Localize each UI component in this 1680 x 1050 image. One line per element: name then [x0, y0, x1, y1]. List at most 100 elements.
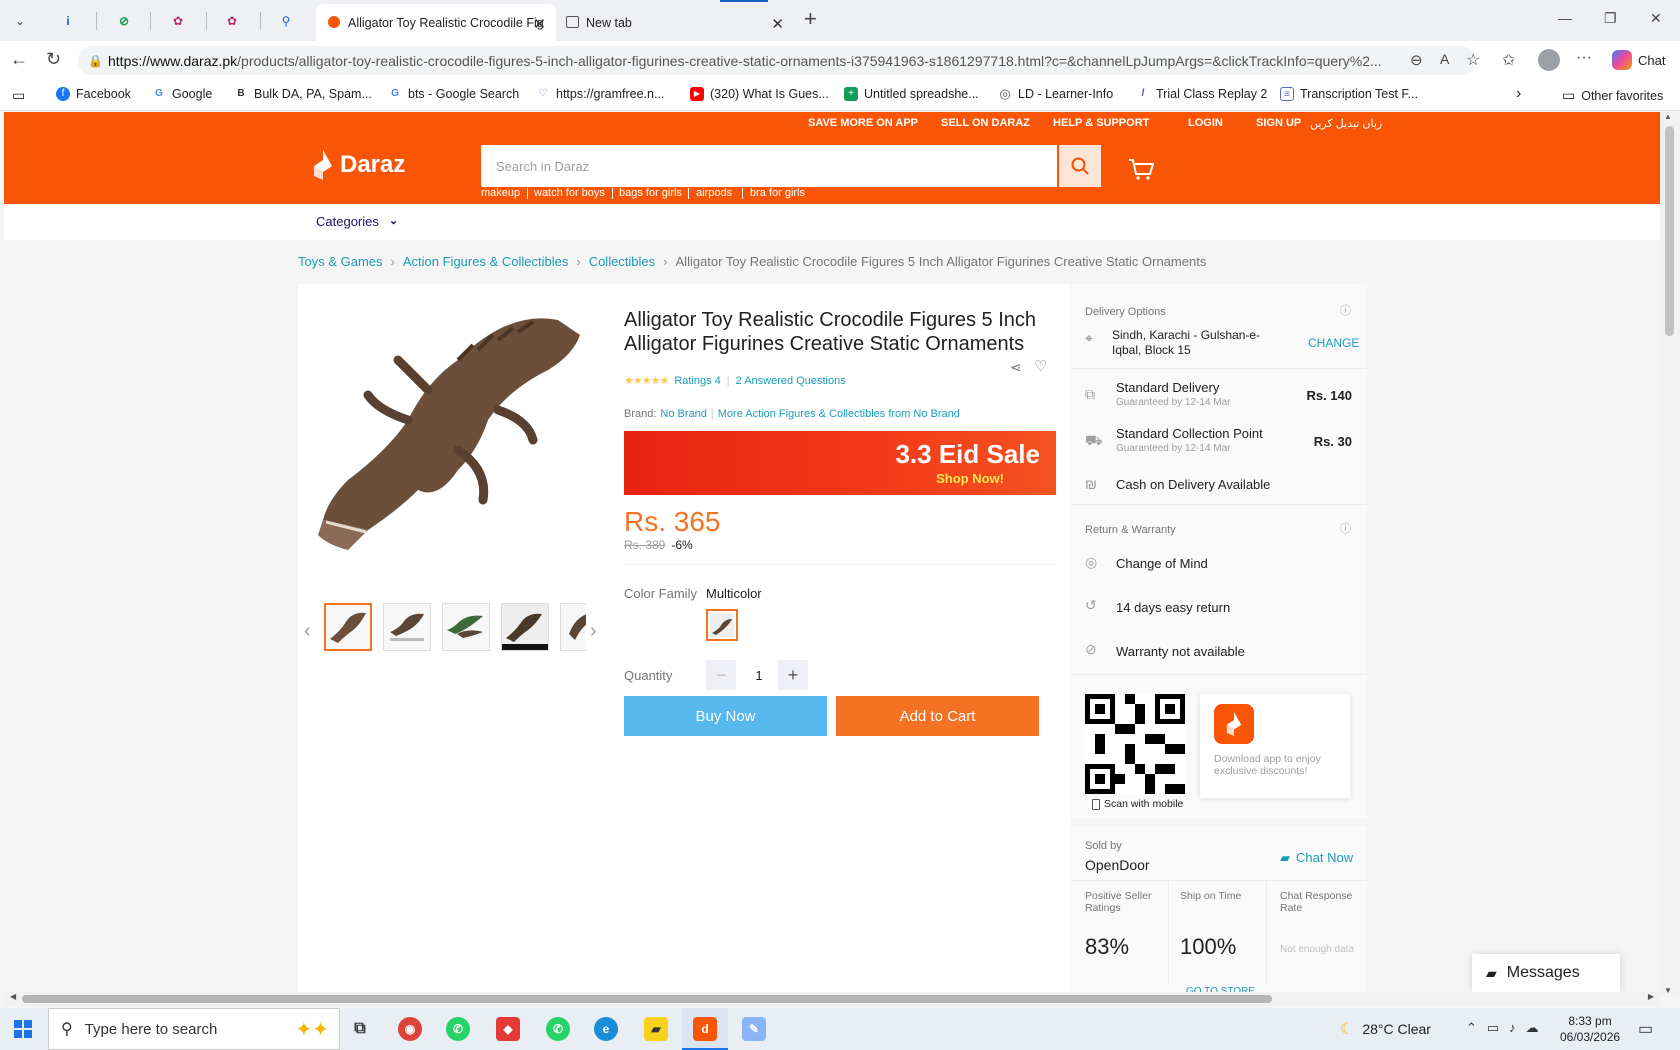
bookmark-trial-class[interactable]: / Trial Class Replay 2: [1136, 87, 1267, 101]
zoom-icon[interactable]: ⊖: [1410, 51, 1423, 69]
read-aloud-icon[interactable]: A: [1440, 51, 1449, 67]
bookmark-facebook[interactable]: f Facebook: [56, 87, 131, 101]
vertical-scrollbar[interactable]: ▲ ▼: [1660, 112, 1680, 997]
close-icon[interactable]: ✕: [771, 15, 784, 33]
brand-link[interactable]: No Brand: [660, 408, 706, 420]
notepad-icon[interactable]: ✎: [742, 1017, 766, 1041]
new-tab-plus-icon[interactable]: +: [804, 6, 817, 32]
chevron-right-icon[interactable]: ›: [1516, 85, 1521, 103]
other-favorites[interactable]: ▭ Other favorites: [1562, 87, 1663, 104]
pinned-tab-grammarly-icon[interactable]: ⊘: [98, 8, 150, 34]
url-field[interactable]: 🔒 https://www.daraz.pk/products/alligato…: [78, 46, 1476, 75]
whatsapp-business-icon[interactable]: ✆: [546, 1017, 570, 1041]
task-view-icon[interactable]: ⧉: [348, 1017, 372, 1041]
taskbar-search-input[interactable]: ⚲ Type here to search ✦✦: [48, 1008, 340, 1050]
scrollbar-thumb[interactable]: [22, 995, 1272, 1003]
horizontal-scrollbar[interactable]: ◀ ▶: [4, 992, 1660, 1006]
clock[interactable]: 8:33 pm 06/03/2026: [1560, 1013, 1620, 1045]
answered-questions-link[interactable]: 2 Answered Questions: [736, 375, 846, 387]
suggestion-link[interactable]: bra for girls: [750, 187, 805, 199]
bookmark-google[interactable]: G Google: [152, 87, 212, 101]
more-from-brand-link[interactable]: More Action Figures & Collectibles from …: [718, 408, 960, 420]
tab-active[interactable]: Alligator Toy Realistic Crocodile Fig ✕: [316, 4, 556, 41]
product-thumbnail[interactable]: [383, 603, 431, 651]
search-button[interactable]: [1059, 145, 1101, 187]
suggestion-link[interactable]: bags for girls: [619, 187, 682, 199]
scrollbar-thumb[interactable]: [1665, 126, 1674, 336]
buy-now-button[interactable]: Buy Now: [624, 696, 827, 736]
messages-button[interactable]: ▰ Messages: [1472, 954, 1620, 992]
favorite-star-icon[interactable]: ☆: [1466, 50, 1480, 70]
apps-icon[interactable]: ▭: [12, 87, 25, 104]
pinned-tab-gear-icon[interactable]: ✿: [152, 8, 204, 34]
bookmark-youtube[interactable]: ▶ (320) What Is Gues...: [690, 87, 829, 101]
seller-name[interactable]: OpenDoor: [1085, 857, 1150, 873]
product-thumbnail[interactable]: [324, 603, 372, 651]
save-more-link[interactable]: SAVE MORE ON APP: [808, 117, 918, 129]
categories-dropdown[interactable]: Categories ⌄: [316, 214, 398, 229]
tab-list-chevron-icon[interactable]: ⌄: [0, 8, 40, 34]
login-link[interactable]: LOGIN: [1188, 117, 1223, 129]
color-swatch[interactable]: [706, 609, 738, 641]
back-arrow-icon[interactable]: ←: [10, 49, 28, 70]
sell-on-daraz-link[interactable]: SELL ON DARAZ: [941, 117, 1030, 129]
pinned-tab-gear-icon[interactable]: ✿: [206, 8, 258, 34]
ratings-link[interactable]: Ratings 4: [674, 375, 720, 387]
info-icon[interactable]: ⓘ: [1340, 520, 1351, 536]
add-to-cart-button[interactable]: Add to Cart: [836, 696, 1039, 736]
restore-icon[interactable]: ❐: [1604, 10, 1617, 27]
bookmark-bts[interactable]: Gbts - Google Search: [388, 87, 519, 101]
whatsapp-icon[interactable]: ✆: [446, 1017, 470, 1041]
breadcrumb-link[interactable]: Collectibles: [589, 254, 655, 269]
bookmark-bulk-da[interactable]: B Bulk DA, PA, Spam...: [234, 87, 372, 101]
notifications-icon[interactable]: ▭: [1638, 1019, 1653, 1039]
profile-avatar[interactable]: [1538, 49, 1560, 71]
share-icon[interactable]: ⋖: [1010, 359, 1022, 376]
cart-icon[interactable]: [1128, 158, 1155, 183]
quantity-increase-button[interactable]: +: [778, 660, 808, 690]
sticky-notes-icon[interactable]: ▰: [644, 1017, 668, 1041]
suggestion-link[interactable]: watch for boys: [534, 187, 605, 199]
close-window-icon[interactable]: ✕: [1650, 10, 1662, 27]
signup-link[interactable]: SIGN UP: [1256, 117, 1301, 129]
pinned-tab-search-icon[interactable]: ⚲: [260, 8, 312, 34]
bookmark-ld[interactable]: ◎ LD - Learner-Info: [998, 87, 1113, 101]
suggestion-link[interactable]: makeup: [481, 187, 520, 199]
chat-now-button[interactable]: ▰ Chat Now: [1280, 850, 1353, 866]
chevron-right-icon[interactable]: ›: [590, 620, 597, 643]
product-main-image[interactable]: [308, 300, 588, 560]
favorites-icon[interactable]: ✩: [1502, 50, 1515, 70]
refresh-icon[interactable]: ↻: [46, 49, 61, 70]
change-language-link[interactable]: زبان تبدیل کریں: [1310, 117, 1382, 130]
weather-widget[interactable]: ☾ 28°C Clear: [1340, 1019, 1431, 1039]
app-download-card[interactable]: Download app to enjoy exclusive discount…: [1200, 694, 1350, 798]
quantity-decrease-button[interactable]: −: [706, 660, 736, 690]
chrome-icon[interactable]: ◉: [398, 1017, 422, 1041]
eid-sale-banner[interactable]: 3.3 Eid Sale Shop Now!: [624, 431, 1056, 495]
close-icon[interactable]: ✕: [533, 15, 546, 33]
product-thumbnail[interactable]: [501, 603, 549, 651]
daraz-logo[interactable]: Daraz: [312, 150, 405, 180]
system-tray-icons[interactable]: ⌃▭♪☁: [1466, 1020, 1549, 1036]
breadcrumb-link[interactable]: Toys & Games: [298, 254, 383, 269]
tab-new[interactable]: New tab ✕: [558, 4, 794, 41]
wishlist-heart-icon[interactable]: ♡: [1034, 357, 1047, 375]
windows-start-icon[interactable]: [14, 1020, 32, 1041]
bookmark-spreadsheet[interactable]: + Untitled spreadshe...: [844, 87, 979, 101]
help-support-link[interactable]: HELP & SUPPORT: [1053, 117, 1149, 129]
anydesk-icon[interactable]: ◆: [496, 1017, 520, 1041]
bookmark-transcription[interactable]: ≡ Transcription Test F...: [1280, 87, 1418, 101]
pinned-tab-info-icon[interactable]: i: [42, 8, 94, 34]
breadcrumb-link[interactable]: Action Figures & Collectibles: [403, 254, 568, 269]
bookmark-gramfree[interactable]: ♡ https://gramfree.n...: [536, 87, 664, 101]
copilot-chat-button[interactable]: Chat: [1612, 50, 1665, 70]
change-location-link[interactable]: CHANGE: [1308, 336, 1359, 350]
chevron-left-icon[interactable]: ‹: [304, 620, 311, 643]
product-thumbnail[interactable]: [442, 603, 490, 651]
minimize-icon[interactable]: —: [1558, 10, 1572, 26]
more-menu-icon[interactable]: ···: [1576, 49, 1592, 67]
taskbar-active-app[interactable]: d: [682, 1008, 728, 1050]
info-icon[interactable]: ⓘ: [1340, 302, 1351, 318]
quantity-value[interactable]: 1: [744, 660, 774, 690]
search-input[interactable]: Search in Daraz: [481, 145, 1057, 187]
